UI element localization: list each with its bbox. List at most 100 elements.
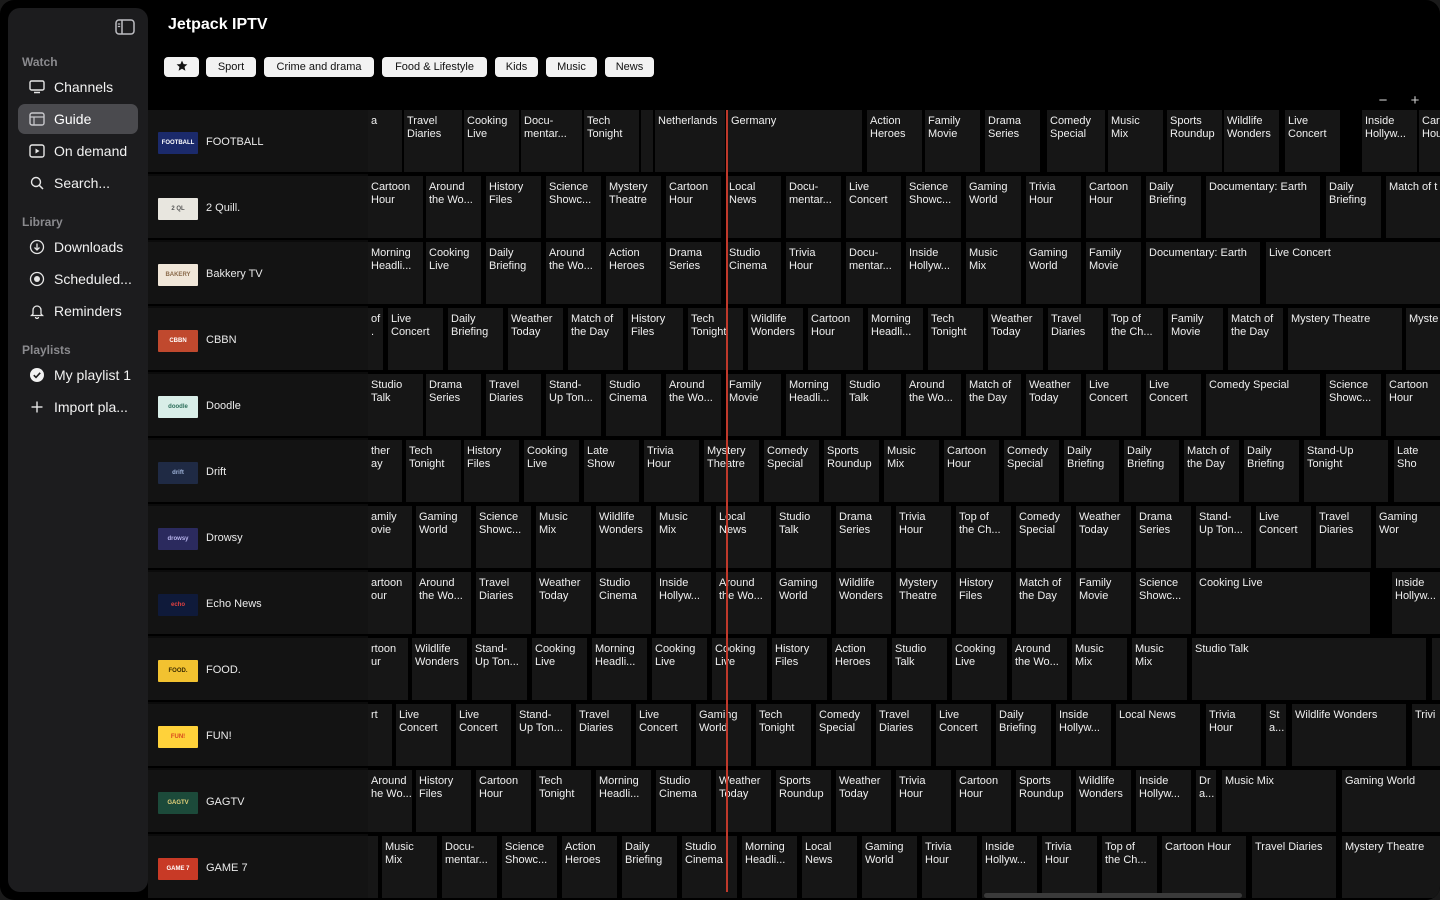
channel-row[interactable]: doodle Doodle xyxy=(148,374,368,438)
program-cell[interactable] xyxy=(641,110,653,172)
program-cell[interactable]: Gaming World xyxy=(862,836,917,898)
program-cell[interactable]: of . xyxy=(368,308,383,370)
program-cell[interactable]: Travel Diaries xyxy=(1252,836,1336,898)
program-cell[interactable] xyxy=(1432,638,1440,700)
program-cell[interactable]: Carto Hour xyxy=(1419,110,1440,172)
sidebar-toggle-icon[interactable] xyxy=(112,16,138,38)
program-cell[interactable]: Myste xyxy=(1406,308,1440,370)
program-cell[interactable]: Documentary: Earth xyxy=(1146,242,1260,304)
program-cell[interactable]: Daily Briefing xyxy=(1146,176,1201,238)
program-cell[interactable]: Live Concert xyxy=(1266,242,1440,304)
program-cell[interactable]: Music Mix xyxy=(1222,770,1336,832)
program-cell[interactable]: Tech Tonight xyxy=(756,704,811,766)
program-cell[interactable]: Gaming World xyxy=(966,176,1021,238)
program-cell[interactable]: Weather Today xyxy=(1076,506,1131,568)
program-cell[interactable]: Wildlife Wonders xyxy=(836,572,891,634)
program-cell[interactable]: Germany xyxy=(728,110,862,172)
program-cell[interactable]: History Files xyxy=(772,638,827,700)
program-cell[interactable]: Around the Wo... xyxy=(416,572,471,634)
program-cell[interactable]: Match of t xyxy=(1386,176,1440,238)
program-cell[interactable]: Live Concert xyxy=(388,308,443,370)
program-cell[interactable]: Tech Tonight xyxy=(928,308,983,370)
program-cell[interactable]: St a... xyxy=(1266,704,1286,766)
program-cell[interactable]: Science Showc... xyxy=(476,506,531,568)
channel-row[interactable]: CBBN CBBN xyxy=(148,308,368,372)
program-cell[interactable]: Local News xyxy=(802,836,857,898)
filter-chip-crime-and-drama[interactable]: Crime and drama xyxy=(264,57,374,77)
program-cell[interactable]: Live Concert xyxy=(1256,506,1311,568)
program-cell[interactable]: Mystery Theatre xyxy=(606,176,661,238)
program-cell[interactable]: Comedy Special xyxy=(1047,110,1105,172)
channel-row[interactable]: FOOTBALL FOOTBALL xyxy=(148,110,368,174)
program-cell[interactable]: Daily Briefing xyxy=(486,242,541,304)
program-cell[interactable]: Trivia Hour xyxy=(644,440,699,502)
program-cell[interactable]: Inside Hollyw... xyxy=(982,836,1037,898)
program-cell[interactable]: Wildlife Wonders xyxy=(1292,704,1406,766)
program-cell[interactable]: Studio Talk xyxy=(892,638,947,700)
channel-row[interactable]: drowsy Drowsy xyxy=(148,506,368,570)
program-cell[interactable]: Music Mix xyxy=(884,440,939,502)
program-cell[interactable]: Trivia Hour xyxy=(896,770,951,832)
program-cell[interactable]: Sports Roundup xyxy=(1016,770,1071,832)
program-cell[interactable]: Docu- mentar... xyxy=(846,242,901,304)
program-cell[interactable]: Gaming World xyxy=(696,704,751,766)
program-cell[interactable]: Live Concert xyxy=(396,704,451,766)
program-cell[interactable]: Cooking Live xyxy=(652,638,707,700)
program-cell[interactable]: Inside Hollyw... xyxy=(1392,572,1440,634)
program-cell[interactable]: Daily Briefing xyxy=(1124,440,1179,502)
program-cell[interactable]: rtoon ur xyxy=(368,638,408,700)
program-cell[interactable]: Science Showc... xyxy=(906,176,961,238)
program-cell[interactable]: Studio Cinema xyxy=(726,242,781,304)
program-cell[interactable] xyxy=(368,836,378,898)
program-cell[interactable]: Around the Wo... xyxy=(1012,638,1067,700)
program-cell[interactable]: Morning Headli... xyxy=(742,836,797,898)
program-cell[interactable]: History Files xyxy=(416,770,471,832)
program-cell[interactable]: Studio Talk xyxy=(1192,638,1426,700)
program-cell[interactable]: Around the Wo... xyxy=(426,176,481,238)
program-cell[interactable]: Cartoon Hour xyxy=(476,770,531,832)
program-cell[interactable]: Morning Headli... xyxy=(592,638,647,700)
program-cell[interactable]: Daily Briefing xyxy=(1244,440,1299,502)
program-cell[interactable]: Around the Wo... xyxy=(546,242,601,304)
program-cell[interactable]: Morning Headli... xyxy=(868,308,923,370)
program-cell[interactable]: Cooking Live xyxy=(1196,572,1370,634)
program-cell[interactable]: Travel Diaries xyxy=(486,374,541,436)
nav-item-scheduled[interactable]: Scheduled... xyxy=(18,264,138,294)
program-cell[interactable]: Drama Series xyxy=(985,110,1040,172)
program-cell[interactable]: Studio Cinema xyxy=(656,770,711,832)
program-cell[interactable]: Live Concert xyxy=(636,704,691,766)
program-cell[interactable]: Weather Today xyxy=(716,770,771,832)
program-cell[interactable]: Around the Wo... xyxy=(666,374,721,436)
program-cell[interactable]: Match of the Day xyxy=(966,374,1021,436)
program-cell[interactable]: Music Mix xyxy=(656,506,711,568)
program-cell[interactable]: History Files xyxy=(628,308,683,370)
program-cell[interactable]: Family Movie xyxy=(1076,572,1131,634)
program-cell[interactable]: Dr a... xyxy=(1196,770,1216,832)
program-cell[interactable]: Studio Talk xyxy=(776,506,831,568)
program-cell[interactable]: Sports Roundup xyxy=(776,770,831,832)
channel-row[interactable]: GAME 7 GAME 7 xyxy=(148,836,368,900)
program-cell[interactable]: Trivia Hour xyxy=(1026,176,1081,238)
program-cell[interactable]: Live Concert xyxy=(936,704,991,766)
program-cell[interactable]: Match of the Day xyxy=(1016,572,1071,634)
nav-item-on-demand[interactable]: On demand xyxy=(18,136,138,166)
program-cell[interactable]: Inside Hollyw... xyxy=(1056,704,1111,766)
program-cell[interactable]: Cooking Live xyxy=(464,110,519,172)
program-cell[interactable]: Tech Tonight xyxy=(406,440,461,502)
program-cell[interactable]: Travel Diaries xyxy=(576,704,631,766)
program-cell[interactable]: Top of the Ch... xyxy=(956,506,1011,568)
program-cell[interactable]: Top of the Ch... xyxy=(1102,836,1157,898)
program-cell[interactable]: Music Mix xyxy=(382,836,437,898)
program-cell[interactable]: Daily Briefing xyxy=(448,308,503,370)
program-cell[interactable]: Gaming World xyxy=(416,506,471,568)
program-cell[interactable]: Mystery Theatre xyxy=(896,572,951,634)
program-cell[interactable]: Drama Series xyxy=(1136,506,1191,568)
program-cell[interactable]: Stand- Up Ton... xyxy=(516,704,571,766)
program-cell[interactable]: Late Show xyxy=(584,440,639,502)
program-cell[interactable]: Action Heroes xyxy=(832,638,887,700)
program-cell[interactable]: Music Mix xyxy=(1072,638,1127,700)
program-cell[interactable]: Docu- mentar... xyxy=(786,176,841,238)
program-cell[interactable]: Drama Series xyxy=(666,242,721,304)
program-cell[interactable]: Stand- Up Ton... xyxy=(546,374,601,436)
program-cell[interactable]: Gaming World xyxy=(776,572,831,634)
